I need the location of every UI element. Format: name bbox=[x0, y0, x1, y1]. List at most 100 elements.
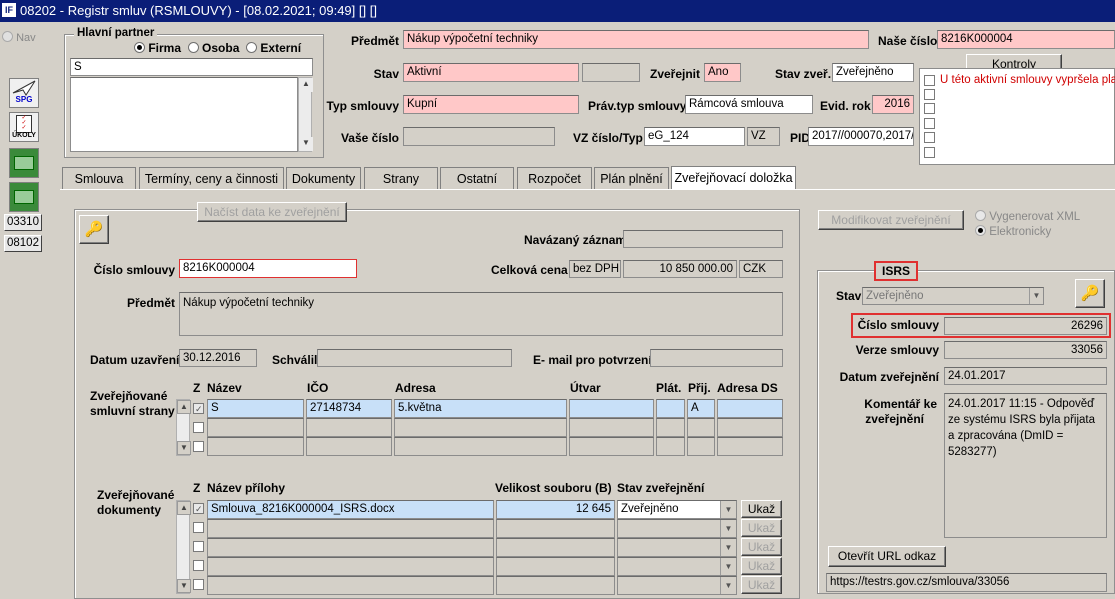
strany-adresa-cell[interactable]: 5.května bbox=[394, 399, 567, 418]
dok-empty-checkbox[interactable] bbox=[193, 579, 204, 590]
dok-velikost-cell[interactable]: 12 645 bbox=[496, 500, 615, 519]
money-icon-2[interactable] bbox=[9, 182, 39, 212]
strany-empty-cell[interactable] bbox=[656, 437, 685, 456]
radio-vygenerovat-xml[interactable]: Vygenerovat XML bbox=[975, 210, 1080, 223]
strany-empty-cell[interactable] bbox=[207, 418, 304, 437]
strany-empty-cell[interactable] bbox=[717, 418, 783, 437]
strany-empty-cell[interactable] bbox=[687, 437, 715, 456]
nav-radio[interactable]: Nav bbox=[2, 31, 36, 44]
strany-empty-cell[interactable] bbox=[394, 437, 567, 456]
dok-stav-select[interactable]: Zveřejněno ▼ bbox=[617, 500, 737, 519]
isrs-cislo-input[interactable]: 26296 bbox=[944, 317, 1107, 335]
predmet-input[interactable]: Nákup výpočetní techniky bbox=[403, 30, 869, 49]
strany-empty-cell[interactable] bbox=[687, 418, 715, 437]
tab-plan-plneni[interactable]: Plán plnění bbox=[594, 167, 669, 189]
tab-smlouva[interactable]: Smlouva bbox=[62, 167, 136, 189]
chevron-down-icon[interactable]: ▼ bbox=[720, 539, 736, 556]
chevron-down-icon[interactable]: ▼ bbox=[1029, 288, 1043, 304]
pid-input[interactable]: 2017//000070,2017//( bbox=[808, 127, 914, 146]
key-icon[interactable]: 🔑 bbox=[79, 215, 109, 244]
vz-input[interactable]: eG_124 bbox=[644, 127, 745, 146]
dok-empty-select[interactable]: ▼ bbox=[617, 557, 737, 576]
isrs-verze-input[interactable]: 33056 bbox=[944, 341, 1107, 359]
isrs-komentar-text[interactable]: 24.01.2017 11:15 - Odpověď ze systému IS… bbox=[944, 393, 1107, 538]
ukaz-button[interactable]: Ukaž bbox=[741, 500, 782, 518]
tab-strany[interactable]: Strany bbox=[364, 167, 438, 189]
spg-plane-icon[interactable]: SPG bbox=[9, 78, 39, 108]
strany-utvar-cell[interactable] bbox=[569, 399, 654, 418]
nacist-data-button[interactable]: Načíst data ke zveřejnění bbox=[197, 202, 347, 222]
isrs-url-input[interactable]: https://testrs.gov.cz/smlouva/33056 bbox=[826, 573, 1107, 592]
celkova-cena-input[interactable]: 10 850 000.00 bbox=[623, 260, 737, 278]
chevron-down-icon[interactable]: ▼ bbox=[720, 577, 736, 594]
dok-empty-cell[interactable] bbox=[496, 538, 615, 557]
partner-search-input[interactable]: S bbox=[70, 58, 313, 76]
dok-row-checkbox[interactable] bbox=[193, 503, 204, 514]
strany-empty-cell[interactable] bbox=[569, 418, 654, 437]
tab-ostatni[interactable]: Ostatní bbox=[440, 167, 514, 189]
strany-nazev-cell[interactable]: S bbox=[207, 399, 304, 418]
zverejnit-input[interactable]: Ano bbox=[704, 63, 741, 82]
schvalil-input[interactable] bbox=[317, 349, 512, 367]
dok-empty-cell[interactable] bbox=[207, 576, 494, 595]
strany-empty-cell[interactable] bbox=[569, 437, 654, 456]
strany-ads-cell[interactable] bbox=[717, 399, 783, 418]
ukaz-button[interactable]: Ukaž bbox=[741, 557, 782, 575]
dok-nazev-cell[interactable]: Smlouva_8216K000004_ISRS.docx bbox=[207, 500, 494, 519]
evid-rok-input[interactable]: 2016 bbox=[872, 95, 914, 114]
radio-firma[interactable] bbox=[134, 42, 145, 53]
ukaz-button[interactable]: Ukaž bbox=[741, 576, 782, 594]
strany-prij-cell[interactable]: A bbox=[687, 399, 715, 418]
otevrit-url-button[interactable]: Otevřít URL odkaz bbox=[828, 546, 946, 567]
stav-input[interactable]: Aktivní bbox=[403, 63, 579, 82]
dokumenty-scrollbar[interactable]: ▲ ▼ bbox=[176, 500, 191, 594]
strany-empty-cell[interactable] bbox=[717, 437, 783, 456]
strany-empty-cell[interactable] bbox=[306, 418, 392, 437]
dok-empty-checkbox[interactable] bbox=[193, 541, 204, 552]
side-button-08102[interactable]: 08102 bbox=[4, 235, 42, 252]
strany-empty-cell[interactable] bbox=[306, 437, 392, 456]
isrs-stav-select[interactable]: Zveřejněno ▼ bbox=[862, 287, 1044, 305]
strany-ico-cell[interactable]: 27148734 bbox=[306, 399, 392, 418]
strany-empty-checkbox[interactable] bbox=[193, 422, 204, 433]
navazany-input[interactable] bbox=[623, 230, 783, 248]
dok-empty-select[interactable]: ▼ bbox=[617, 519, 737, 538]
dok-empty-cell[interactable] bbox=[496, 557, 615, 576]
tab-rozpocet[interactable]: Rozpočet bbox=[517, 167, 592, 189]
strany-plat-cell[interactable] bbox=[656, 399, 685, 418]
dok-empty-checkbox[interactable] bbox=[193, 560, 204, 571]
ukaz-button[interactable]: Ukaž bbox=[741, 538, 782, 556]
chevron-down-icon[interactable]: ▼ bbox=[720, 520, 736, 537]
dok-empty-checkbox[interactable] bbox=[193, 522, 204, 533]
isrs-key-icon[interactable]: 🔑 bbox=[1075, 279, 1105, 308]
ukoly-checklist-icon[interactable]: ✓ ✓ ✓ ÚKOLY bbox=[9, 112, 39, 142]
prav-typ-input[interactable]: Rámcová smlouva bbox=[685, 95, 813, 114]
strany-scrollbar[interactable]: ▲ ▼ bbox=[176, 399, 191, 456]
tab-zverejnovaci-dolozka[interactable]: Zveřejňovací doložka bbox=[671, 166, 796, 190]
strany-empty-cell[interactable] bbox=[656, 418, 685, 437]
datum-uzavreni-input[interactable]: 30.12.2016 bbox=[179, 349, 257, 367]
dok-empty-cell[interactable] bbox=[496, 576, 615, 595]
dok-empty-cell[interactable] bbox=[207, 538, 494, 557]
money-icon-1[interactable] bbox=[9, 148, 39, 178]
modifikovat-button[interactable]: Modifikovat zveřejnění bbox=[818, 210, 964, 230]
vase-cislo-input[interactable] bbox=[403, 127, 555, 146]
dok-empty-select[interactable]: ▼ bbox=[617, 576, 737, 595]
chevron-down-icon[interactable]: ▼ bbox=[720, 501, 736, 518]
dok-empty-select[interactable]: ▼ bbox=[617, 538, 737, 557]
partner-list[interactable] bbox=[70, 77, 298, 152]
stav-zver-input[interactable]: Zveřejněno bbox=[832, 63, 914, 82]
strany-empty-cell[interactable] bbox=[207, 437, 304, 456]
chevron-down-icon[interactable]: ▼ bbox=[720, 558, 736, 575]
partner-list-scrollbar[interactable]: ▲ ▼ bbox=[298, 77, 313, 152]
tab-terminy[interactable]: Termíny, ceny a činnosti bbox=[139, 167, 284, 189]
nase-cislo-input[interactable]: 8216K000004 bbox=[937, 30, 1115, 49]
predmet-main-input[interactable]: Nákup výpočetní techniky bbox=[179, 292, 783, 336]
isrs-datum-input[interactable]: 24.01.2017 bbox=[944, 367, 1107, 385]
ukaz-button[interactable]: Ukaž bbox=[741, 519, 782, 537]
email-input[interactable] bbox=[650, 349, 783, 367]
dok-empty-cell[interactable] bbox=[496, 519, 615, 538]
strany-empty-checkbox[interactable] bbox=[193, 441, 204, 452]
dok-empty-cell[interactable] bbox=[207, 519, 494, 538]
radio-externi[interactable] bbox=[246, 42, 258, 53]
